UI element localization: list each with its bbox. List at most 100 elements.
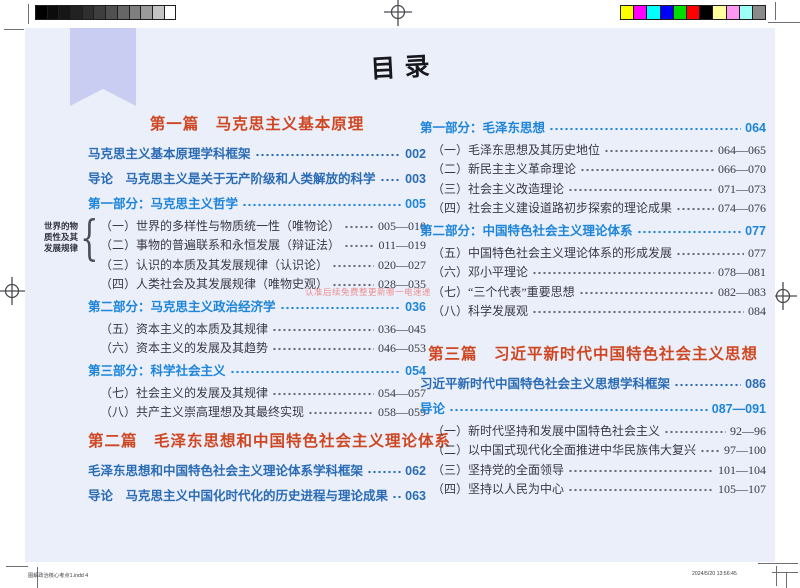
color-swatch: [71, 6, 83, 19]
color-swatch: [713, 6, 726, 19]
dot-leader: [392, 494, 401, 500]
side-note-line: 发展规律: [44, 243, 84, 254]
dot-leader: [242, 202, 401, 208]
toc-row: 第一部分：马克思主义哲学005: [88, 192, 426, 217]
dot-leader: [676, 206, 714, 212]
toc-page-number: 046—053: [376, 342, 426, 356]
dot-leader: [700, 448, 720, 454]
toc-chapter-heading: 第二篇 毛泽东思想和中国特色社会主义理论体系: [88, 433, 426, 459]
toc-entry-label: （四）坚持以人民为中心: [432, 483, 564, 497]
color-swatch: [94, 6, 106, 19]
color-swatch: [48, 6, 60, 19]
slug-filename: 图解政治核心考点1.indd 4: [28, 571, 88, 579]
toc-entry-label: 第一部分：马克思主义哲学: [88, 197, 238, 211]
toc-entry-label: （三）坚持党的全面领导: [432, 464, 564, 478]
color-swatch: [165, 6, 176, 19]
toc-row: （七）社会主义的发展及其规律054—057: [88, 384, 426, 404]
toc-page-number: 084: [746, 305, 766, 319]
toc-page-number: 054—057: [376, 387, 426, 401]
toc-entry-label: （二）新民主主义革命理论: [432, 163, 576, 177]
color-swatch: [700, 6, 713, 19]
toc-page-number: 086: [743, 377, 766, 391]
toc-entry-label: 第三部分：科学社会主义: [88, 364, 226, 378]
toc-entry-label: 导论: [420, 402, 445, 416]
toc-entry-label: （八）共产主义崇高理想及其最终实现: [100, 406, 304, 420]
toc-entry-label: 第二部分：马克思主义政治经济学: [88, 300, 276, 314]
crop-mark: [758, 563, 798, 564]
toc-page-number: 077: [746, 247, 766, 261]
toc-page-number: 97—100: [722, 444, 766, 458]
slug-timestamp: 2024/5/20 13:56:45: [692, 571, 737, 577]
crop-mark: [776, 566, 777, 586]
color-swatch: [661, 6, 674, 19]
toc-entry-label: 毛泽东思想和中国特色社会主义理论体系学科框架: [88, 464, 363, 478]
color-swatch: [634, 6, 647, 19]
color-swatch: [621, 6, 634, 19]
toc-entry-label: （四）社会主义建设道路初步探索的理论成果: [432, 202, 672, 216]
dot-leader: [580, 167, 714, 173]
toc-row: （四）社会主义建设道路初步探索的理论成果 074—076: [420, 200, 766, 220]
toc-page-number: 087—091: [710, 402, 766, 416]
toc-row: （二）新民主主义革命理论 066—070: [420, 161, 766, 181]
color-swatch: [153, 6, 165, 19]
toc-entry-label: 第二部分：中国特色社会主义理论体系: [420, 224, 633, 238]
color-swatch: [83, 6, 95, 19]
toc-page-number: 071—073: [716, 183, 766, 197]
toc-entry-label: （四）人类社会及其发展规律（唯物史观）: [100, 278, 328, 292]
toc-row: 第三部分：科学社会主义054: [88, 359, 426, 384]
toc-entry-label: （二）事物的普遍联系和永恒发展（辩证法）: [100, 239, 340, 253]
toc-title: 目录: [25, 28, 776, 103]
toc-page-number: 020—027: [376, 259, 426, 273]
crop-mark: [6, 566, 28, 567]
toc-page-number: 058—059: [376, 406, 426, 420]
dot-leader: [568, 487, 714, 493]
toc-left-column: 第一篇 马克思主义基本原理马克思主义基本原理学科框架002导论 马克思主义是关于…: [88, 116, 426, 509]
color-calibration-bar: [620, 5, 766, 20]
color-swatch: [740, 6, 753, 19]
dot-leader: [449, 407, 708, 413]
toc-entry-label: 第一部分：毛泽东思想: [420, 121, 545, 135]
toc-entry-label: （一）世界的多样性与物质统一性（唯物论）: [100, 220, 340, 234]
toc-row: 习近平新时代中国特色社会主义思想学科框架086: [420, 372, 766, 397]
side-note: 世界的物 质性及其 发展规律: [44, 221, 84, 254]
dot-leader: [637, 229, 742, 235]
toc-page-number: 066—070: [716, 163, 766, 177]
registration-mark-icon: [384, 0, 412, 26]
color-swatch: [141, 6, 153, 19]
color-swatch: [36, 6, 48, 19]
toc-row: （四）坚持以人民为中心 105—107: [420, 481, 766, 501]
side-note-line: 质性及其: [44, 232, 84, 243]
toc-entry-label: 马克思主义基本原理学科框架: [88, 147, 251, 161]
toc-page-number: 101—104: [716, 464, 766, 478]
toc-row: 第二部分：马克思主义政治经济学036: [88, 295, 426, 320]
color-swatch: [59, 6, 71, 19]
color-swatch: [647, 6, 660, 19]
toc-page-number: 105—107: [716, 483, 766, 497]
crop-mark: [4, 29, 24, 30]
toc-page-number: 077: [743, 224, 766, 238]
crop-mark: [775, 2, 776, 20]
toc-row: （八）科学发展观084: [420, 303, 766, 323]
grayscale-calibration-bar: [35, 5, 176, 20]
dot-leader: [568, 187, 714, 193]
crop-mark: [768, 22, 800, 23]
toc-page-number: 92—96: [728, 425, 766, 439]
color-swatch: [727, 6, 740, 19]
toc-entry-label: （六）资本主义的发展及其趋势: [100, 342, 268, 356]
dot-leader: [532, 270, 714, 276]
toc-entry-label: （七）“三个代表”重要思想: [432, 286, 575, 300]
dot-leader: [308, 410, 374, 416]
toc-page-number: 082—083: [716, 286, 766, 300]
toc-chapter-heading: 第三篇 习近平新时代中国特色社会主义思想: [420, 346, 766, 372]
registration-mark-icon: [0, 277, 26, 305]
toc-row: 马克思主义基本原理学科框架002: [88, 142, 426, 167]
toc-entry-label: （五）中国特色社会主义理论体系的形成发展: [432, 247, 672, 261]
toc-page-number: 064: [743, 121, 766, 135]
toc-row: （一）毛泽东思想及其历史地位064—065: [420, 141, 766, 161]
color-swatch: [118, 6, 130, 19]
dot-leader: [568, 468, 714, 474]
dot-leader: [272, 327, 374, 333]
toc-row: 导论 087—091: [420, 397, 766, 422]
toc-page-number: 074—076: [716, 202, 766, 216]
toc-row: 毛泽东思想和中国特色社会主义理论体系学科框架062: [88, 459, 426, 484]
